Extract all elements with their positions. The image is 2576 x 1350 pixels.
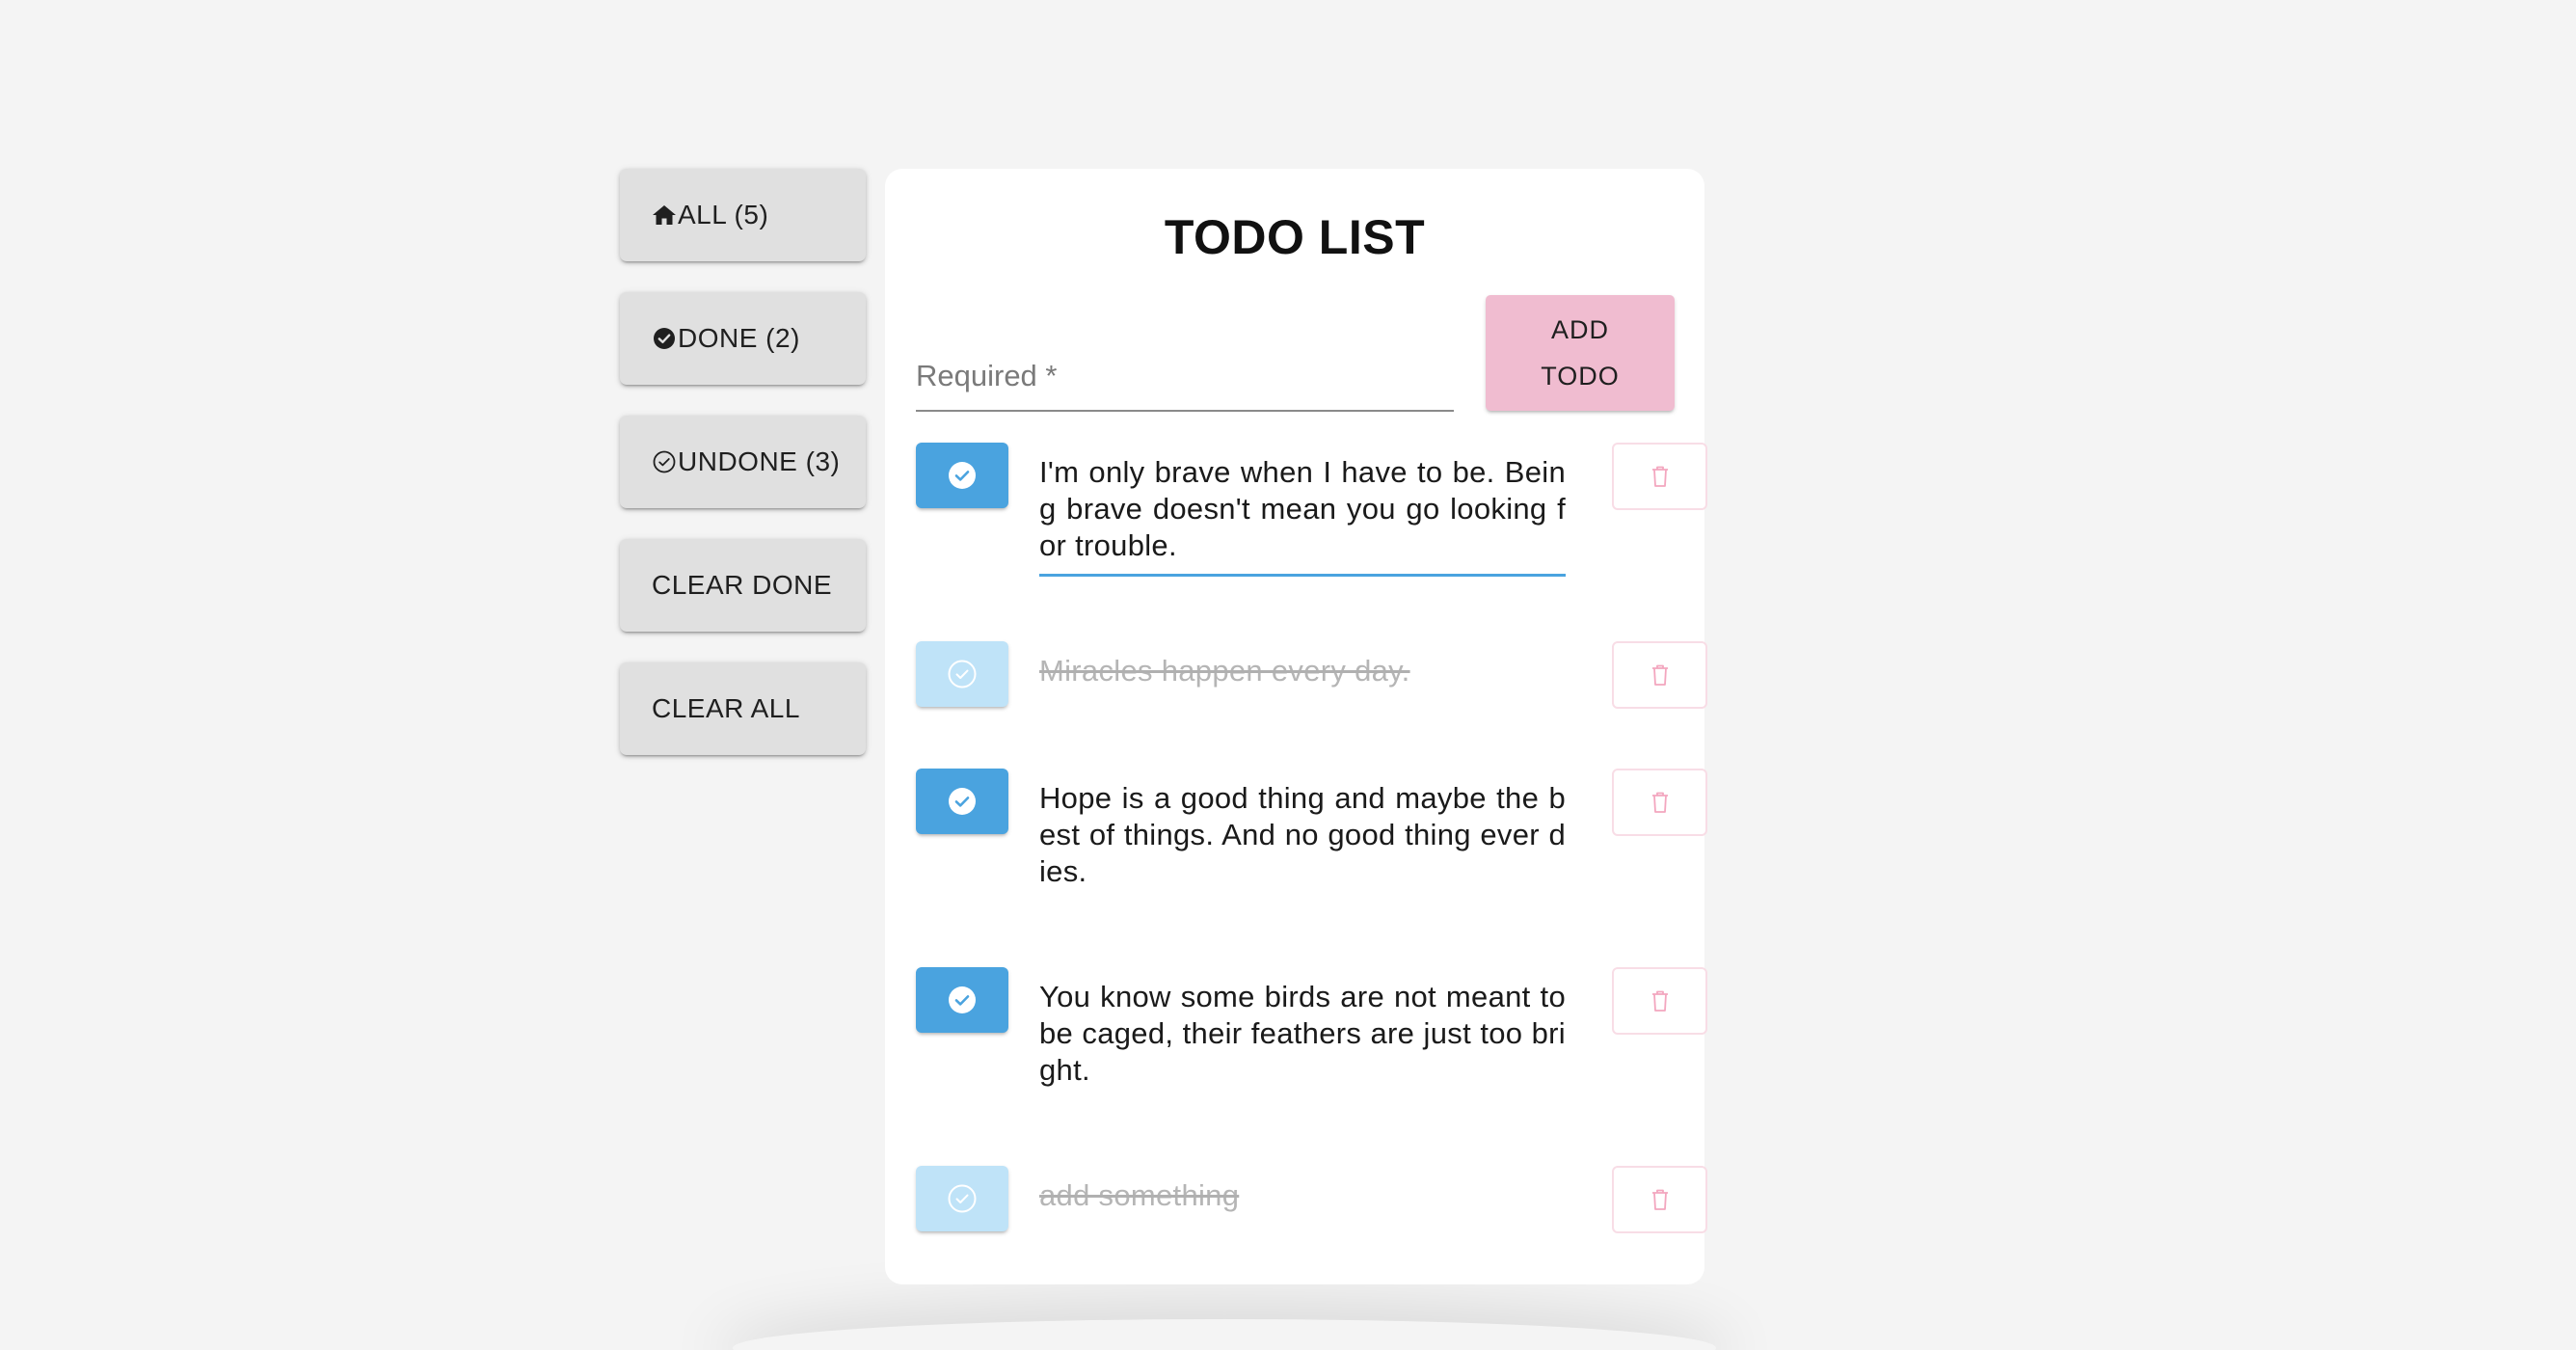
delete-todo-button[interactable] — [1612, 1166, 1707, 1233]
delete-todo-button[interactable] — [1612, 769, 1707, 836]
filter-done-button[interactable]: DONE (2) — [620, 292, 866, 385]
new-todo-input[interactable] — [916, 342, 1454, 410]
check-circle-outline-icon — [652, 449, 677, 474]
toggle-done-button[interactable] — [916, 967, 1008, 1033]
add-todo-button[interactable]: ADD TODO — [1486, 295, 1675, 411]
todo-text[interactable]: add something — [1039, 1177, 1566, 1214]
clear-all-button[interactable]: CLEAR ALL — [620, 662, 866, 755]
todo-text-editor[interactable]: I'm only brave when I have to be. Being … — [1039, 454, 1566, 577]
filter-undone-label: UNDONE (3) — [678, 446, 841, 476]
filter-done-label: DONE (2) — [678, 323, 800, 353]
check-circle-icon — [949, 462, 976, 489]
check-circle-icon — [949, 788, 976, 815]
clear-all-label: CLEAR ALL — [652, 693, 800, 723]
trash-icon — [1651, 664, 1668, 686]
trash-icon — [1651, 1189, 1668, 1210]
filter-undone-button[interactable]: UNDONE (3) — [620, 416, 866, 508]
clear-done-label: CLEAR DONE — [652, 570, 833, 600]
todo-card: TODO LIST ADD TODO I'm only brave when I… — [885, 169, 1707, 1284]
trash-icon — [1651, 990, 1668, 1012]
delete-todo-button[interactable] — [1612, 641, 1707, 709]
add-todo-label: ADD TODO — [1541, 315, 1620, 391]
check-circle-outline-icon — [948, 660, 977, 688]
toggle-done-button[interactable] — [916, 443, 1008, 508]
toggle-done-button[interactable] — [916, 769, 1008, 834]
home-icon — [652, 202, 677, 228]
clear-done-button[interactable]: CLEAR DONE — [620, 539, 866, 632]
trash-icon — [1651, 466, 1668, 487]
todo-text[interactable]: Hope is a good thing and maybe the best … — [1039, 780, 1566, 890]
page-title: TODO LIST — [1164, 210, 1426, 264]
todo-text[interactable]: You know some birds are not meant to be … — [1039, 979, 1566, 1089]
check-circle-outline-icon — [948, 1184, 977, 1213]
toggle-done-button[interactable] — [916, 641, 1008, 707]
todo-text[interactable]: Miracles happen every day. — [1039, 653, 1566, 689]
sidebar: ALL (5) DONE (2) UNDONE (3) CLEAR DONE C… — [620, 169, 866, 786]
new-todo-field — [916, 342, 1454, 412]
delete-todo-button[interactable] — [1612, 443, 1707, 510]
check-circle-filled-icon — [652, 326, 677, 351]
delete-todo-button[interactable] — [1612, 967, 1707, 1035]
trash-icon — [1651, 792, 1668, 813]
toggle-done-button[interactable] — [916, 1166, 1008, 1231]
page: ALL (5) DONE (2) UNDONE (3) CLEAR DONE C… — [0, 0, 2576, 1350]
footer-shadow — [733, 1319, 1716, 1350]
filter-all-label: ALL (5) — [678, 200, 769, 230]
filter-all-button[interactable]: ALL (5) — [620, 169, 866, 261]
check-circle-icon — [949, 986, 976, 1013]
